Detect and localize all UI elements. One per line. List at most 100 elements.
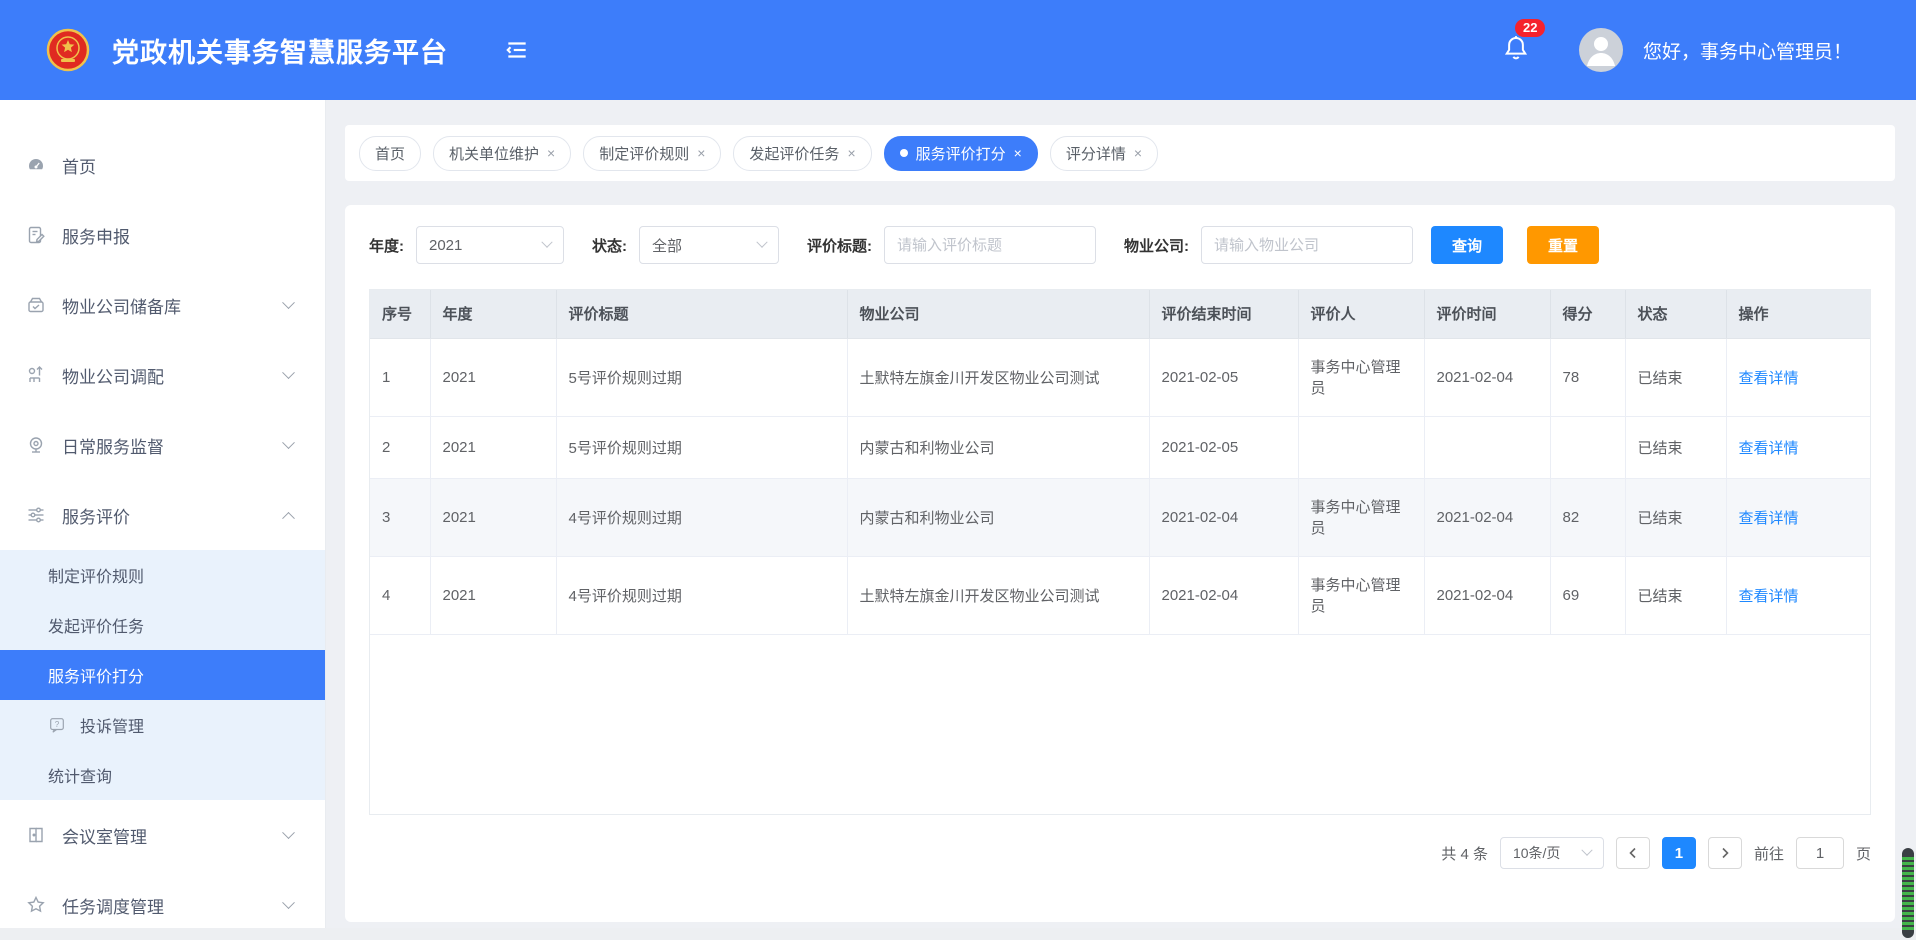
content-card: 年度: 2021 状态: 全部 评价标题: 物业公司: 查询 重置 (345, 205, 1895, 922)
chevron-down-icon (282, 826, 295, 839)
goto-page-input[interactable] (1796, 837, 1844, 869)
sidebar-item-label: 物业公司调配 (62, 363, 164, 388)
col-header-eval-time: 评价时间 (1424, 290, 1550, 338)
cell-year: 2021 (430, 556, 556, 634)
table-row: 3 2021 4号评价规则过期 内蒙古和利物业公司 2021-02-04 事务中… (370, 478, 1871, 556)
cell-score: 69 (1550, 556, 1625, 634)
sidebar-subitem-evaluation-scoring[interactable]: 服务评价打分 (0, 650, 325, 700)
next-page-button[interactable] (1708, 837, 1742, 869)
sidebar-item-property-reserve[interactable]: 物业公司储备库 (0, 270, 325, 340)
tab-home[interactable]: 首页 (359, 136, 421, 171)
sidebar-item-daily-supervision[interactable]: 日常服务监督 (0, 410, 325, 480)
chevron-down-icon (1581, 845, 1592, 856)
table-header-row: 序号 年度 评价标题 物业公司 评价结束时间 评价人 评价时间 得分 状态 操作 (370, 290, 1871, 338)
sidebar-item-service-declare[interactable]: 服务申报 (0, 200, 325, 270)
view-detail-link[interactable]: 查看详情 (1739, 510, 1799, 527)
cell-score: 78 (1550, 338, 1625, 416)
page-unit-label: 页 (1856, 843, 1871, 864)
cell-score: 82 (1550, 478, 1625, 556)
tab-label: 制定评价规则 (599, 143, 689, 164)
search-button[interactable]: 查询 (1431, 226, 1503, 264)
user-avatar[interactable] (1579, 28, 1623, 72)
status-select-value: 全部 (652, 235, 682, 256)
cell-evaluator: 事务中心管理员 (1298, 556, 1424, 634)
col-header-title: 评价标题 (556, 290, 847, 338)
main-area: 首页 机关单位维护 × 制定评价规则 × 发起评价任务 × 服务评价打分 × 评… (326, 100, 1916, 940)
col-header-year: 年度 (430, 290, 556, 338)
table-row: 2 2021 5号评价规则过期 内蒙古和利物业公司 2021-02-05 已结束… (370, 416, 1871, 478)
sidebar-collapse-icon[interactable] (504, 37, 530, 63)
sidebar-item-home[interactable]: 首页 (0, 130, 325, 200)
sidebar-subitem-statistics-query[interactable]: 统计查询 (0, 750, 325, 800)
chevron-down-icon (282, 896, 295, 909)
tab-make-rules[interactable]: 制定评价规则 × (583, 136, 721, 171)
tab-label: 发起评价任务 (749, 143, 839, 164)
cell-title: 5号评价规则过期 (556, 416, 847, 478)
cell-end-time: 2021-02-04 (1149, 556, 1298, 634)
cell-status: 已结束 (1625, 416, 1726, 478)
sidebar-item-label: 服务评价 (62, 503, 130, 528)
page-title: 党政机关事务智慧服务平台 (112, 31, 448, 70)
pagination: 共 4 条 10条/页 1 前往 页 (1441, 837, 1871, 869)
status-select[interactable]: 全部 (639, 226, 779, 264)
allocate-icon (26, 365, 46, 385)
service-evaluation-submenu: 制定评价规则 发起评价任务 服务评价打分 ? 投诉管理 统计查询 (0, 550, 325, 800)
cell-company: 内蒙古和利物业公司 (847, 478, 1149, 556)
cell-eval-time: 2021-02-04 (1424, 556, 1550, 634)
cell-end-time: 2021-02-04 (1149, 478, 1298, 556)
sidebar: 首页 服务申报 物业公司储备库 物业公司调配 (0, 100, 326, 940)
vertical-scrollbar-thumb[interactable] (1902, 848, 1914, 938)
property-company-input[interactable] (1201, 226, 1413, 264)
sidebar-item-meeting-room[interactable]: 会议室管理 (0, 800, 325, 870)
view-detail-link[interactable]: 查看详情 (1739, 588, 1799, 605)
page-number-button[interactable]: 1 (1662, 837, 1696, 869)
sidebar-item-property-allocate[interactable]: 物业公司调配 (0, 340, 325, 410)
sidebar-item-label: 首页 (62, 153, 96, 178)
question-icon: ? (48, 716, 66, 734)
close-icon[interactable]: × (1134, 146, 1142, 160)
close-icon[interactable]: × (697, 146, 705, 160)
close-icon[interactable]: × (1014, 146, 1022, 160)
sidebar-subitem-label: 统计查询 (48, 763, 112, 787)
tab-label: 首页 (375, 143, 405, 164)
tab-org-unit-maintenance[interactable]: 机关单位维护 × (433, 136, 571, 171)
user-greeting: 您好，事务中心管理员！ (1643, 37, 1852, 64)
evaluation-title-input[interactable] (884, 226, 1096, 264)
sidebar-subitem-label: 服务评价打分 (48, 663, 144, 687)
sidebar-subitem-complaint-management[interactable]: ? 投诉管理 (0, 700, 325, 750)
svg-text:?: ? (55, 720, 60, 729)
reset-button[interactable]: 重置 (1527, 226, 1599, 264)
dashboard-icon (26, 155, 46, 175)
sidebar-item-service-evaluation[interactable]: 服务评价 (0, 480, 325, 550)
cell-score (1550, 416, 1625, 478)
notification-bell[interactable]: 22 (1501, 33, 1531, 68)
sliders-icon (26, 505, 46, 525)
cell-year: 2021 (430, 478, 556, 556)
tab-launch-task[interactable]: 发起评价任务 × (733, 136, 871, 171)
prev-page-button[interactable] (1616, 837, 1650, 869)
close-icon[interactable]: × (847, 146, 855, 160)
year-select[interactable]: 2021 (416, 226, 564, 264)
sidebar-subitem-make-rules[interactable]: 制定评价规则 (0, 550, 325, 600)
view-detail-link[interactable]: 查看详情 (1739, 440, 1799, 457)
chevron-up-icon (282, 511, 295, 524)
view-detail-link[interactable]: 查看详情 (1739, 370, 1799, 387)
app-window: 党政机关事务智慧服务平台 22 (0, 0, 1916, 940)
tab-evaluation-scoring[interactable]: 服务评价打分 × (884, 136, 1038, 171)
col-header-end-time: 评价结束时间 (1149, 290, 1298, 338)
sidebar-subitem-launch-task[interactable]: 发起评价任务 (0, 600, 325, 650)
page-size-select[interactable]: 10条/页 (1500, 837, 1604, 869)
cell-eval-time: 2021-02-04 (1424, 338, 1550, 416)
archive-icon (26, 295, 46, 315)
tab-score-detail[interactable]: 评分详情 × (1050, 136, 1158, 171)
header-right-group: 22 您好，事务中心管理员！ (1501, 28, 1852, 72)
chevron-down-icon (282, 436, 295, 449)
horizontal-scrollbar-track[interactable] (0, 928, 1916, 940)
year-filter-label: 年度: (369, 235, 404, 256)
chevron-down-icon (756, 237, 767, 248)
close-icon[interactable]: × (547, 146, 555, 160)
chevron-down-icon (282, 366, 295, 379)
company-filter-label: 物业公司: (1124, 235, 1189, 256)
cell-title: 5号评价规则过期 (556, 338, 847, 416)
cell-year: 2021 (430, 416, 556, 478)
